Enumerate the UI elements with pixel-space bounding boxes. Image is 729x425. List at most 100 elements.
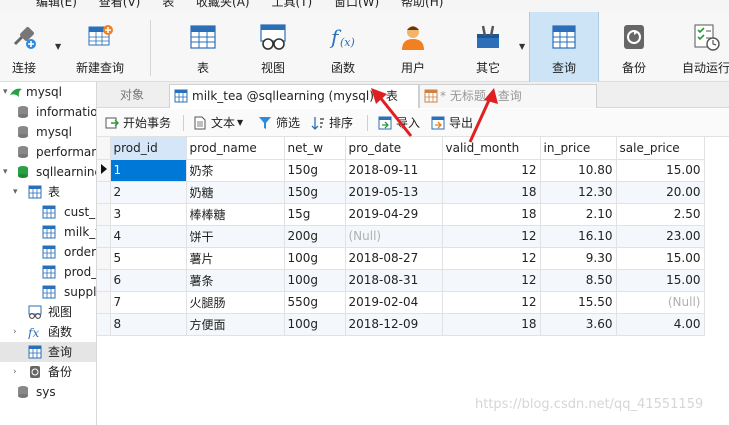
cell-valid-month[interactable]: 18 <box>442 181 541 204</box>
table-row[interactable]: 1 奶茶 150g 2018-09-11 12 10.80 15.00 <box>97 159 705 182</box>
tree-connection-mysql[interactable]: ▾ mysql <box>0 82 96 102</box>
cell-prod-name[interactable]: 饼干 <box>186 225 285 248</box>
query-button[interactable]: 查询 <box>529 12 599 82</box>
cell-in-price[interactable]: 9.30 <box>540 247 617 270</box>
cell-in-price[interactable]: 10.80 <box>540 159 617 182</box>
cell-prod-name[interactable]: 棒棒糖 <box>186 203 285 226</box>
row-header[interactable] <box>97 225 111 248</box>
connect-dropdown-icon[interactable]: ▼ <box>55 42 61 51</box>
cell-pro-date[interactable]: 2019-02-04 <box>345 291 443 314</box>
cell-net-w[interactable]: 150g <box>284 159 346 182</box>
menu-tools[interactable]: 工具(T) <box>271 0 312 9</box>
auto-run-button[interactable]: 自动运行 <box>676 12 729 82</box>
text-button[interactable]: 文本 ▼ <box>193 114 249 132</box>
row-header[interactable] <box>97 203 111 226</box>
cell-valid-month[interactable]: 12 <box>442 159 541 182</box>
cell-valid-month[interactable]: 12 <box>442 225 541 248</box>
tree-tables-group[interactable]: ▾ 表 <box>0 182 96 202</box>
cell-sale-price[interactable]: 4.00 <box>616 313 705 336</box>
cell-prod-id[interactable]: 2 <box>110 181 187 204</box>
begin-transaction-button[interactable]: 开始事务 <box>105 114 177 132</box>
tree-queries[interactable]: 查询 <box>0 342 96 362</box>
tree-views[interactable]: 视图 <box>0 302 96 322</box>
cell-net-w[interactable]: 100g <box>284 269 346 292</box>
tree-table-prod-info[interactable]: prod_info <box>0 262 96 282</box>
cell-in-price[interactable]: 12.30 <box>540 181 617 204</box>
cell-prod-id[interactable]: 6 <box>110 269 187 292</box>
cell-in-price[interactable]: 8.50 <box>540 269 617 292</box>
tree-db-performance-schema[interactable]: performance_schema <box>0 142 96 162</box>
table-row[interactable]: 3 棒棒糖 15g 2019-04-29 18 2.10 2.50 <box>97 203 705 226</box>
cell-in-price[interactable]: 16.10 <box>540 225 617 248</box>
tree-functions[interactable]: › fx 函数 <box>0 322 96 342</box>
expand-arrow-icon[interactable]: › <box>13 322 23 342</box>
table-row[interactable]: 7 火腿肠 550g 2019-02-04 12 15.50 (Null) <box>97 291 705 314</box>
cell-pro-date[interactable]: 2018-08-31 <box>345 269 443 292</box>
column-header-net-w[interactable]: net_w <box>284 137 346 160</box>
cell-valid-month[interactable]: 12 <box>442 269 541 292</box>
menu-window[interactable]: 窗口(W) <box>334 0 379 9</box>
collapse-arrow-icon[interactable]: ▾ <box>3 162 13 182</box>
cell-prod-id[interactable]: 4 <box>110 225 187 248</box>
row-header[interactable] <box>97 291 111 314</box>
cell-sale-price[interactable]: 2.50 <box>616 203 705 226</box>
cell-prod-name[interactable]: 薯片 <box>186 247 285 270</box>
menu-help[interactable]: 帮助(H) <box>401 0 443 9</box>
cell-pro-date[interactable]: 2018-12-09 <box>345 313 443 336</box>
expand-arrow-icon[interactable]: › <box>13 362 23 382</box>
cell-pro-date[interactable]: 2019-04-29 <box>345 203 443 226</box>
cell-in-price[interactable]: 3.60 <box>540 313 617 336</box>
connect-button[interactable]: 连接 <box>2 12 46 82</box>
menu-table[interactable]: 表 <box>162 0 174 9</box>
sort-button[interactable]: 排序 <box>311 114 357 132</box>
cell-prod-id[interactable]: 1 <box>110 159 187 182</box>
cell-net-w[interactable]: 15g <box>284 203 346 226</box>
table-button[interactable]: 表 <box>181 12 225 82</box>
row-header[interactable] <box>97 181 111 204</box>
table-row[interactable]: 4 饼干 200g (Null) 12 16.10 23.00 <box>97 225 705 248</box>
cell-prod-name[interactable]: 火腿肠 <box>186 291 285 314</box>
table-row[interactable]: 8 方便面 100g 2018-12-09 18 3.60 4.00 <box>97 313 705 336</box>
cell-prod-id[interactable]: 8 <box>110 313 187 336</box>
cell-net-w[interactable]: 100g <box>284 247 346 270</box>
cell-net-w[interactable]: 100g <box>284 313 346 336</box>
cell-prod-name[interactable]: 方便面 <box>186 313 285 336</box>
cell-prod-name[interactable]: 奶茶 <box>186 159 285 182</box>
tree-table-milk-tea[interactable]: milk_tea <box>0 222 96 242</box>
row-header[interactable] <box>97 313 111 336</box>
cell-pro-date[interactable]: 2018-08-27 <box>345 247 443 270</box>
other-dropdown-icon[interactable]: ▼ <box>519 42 525 51</box>
row-header[interactable] <box>97 247 111 270</box>
cell-in-price[interactable]: 2.10 <box>540 203 617 226</box>
tree-db-sys[interactable]: sys <box>0 382 96 402</box>
cell-net-w[interactable]: 550g <box>284 291 346 314</box>
row-header[interactable] <box>97 159 111 182</box>
column-header-sale-price[interactable]: sale_price <box>616 137 705 160</box>
text-dropdown-icon[interactable]: ▼ <box>237 114 243 132</box>
cell-sale-price[interactable]: 23.00 <box>616 225 705 248</box>
cell-sale-price[interactable]: 15.00 <box>616 269 705 292</box>
tree-table-supplier[interactable]: supplier <box>0 282 96 302</box>
tree-table-cust-info[interactable]: cust_info <box>0 202 96 222</box>
collapse-arrow-icon[interactable]: ▾ <box>13 182 23 202</box>
cell-sale-price[interactable]: 20.00 <box>616 181 705 204</box>
column-header-prod-id[interactable]: prod_id <box>110 137 187 160</box>
cell-valid-month[interactable]: 18 <box>442 313 541 336</box>
row-header[interactable] <box>97 269 111 292</box>
tab-objects[interactable]: 对象 <box>97 84 167 108</box>
cell-pro-date[interactable]: 2019-05-13 <box>345 181 443 204</box>
cell-valid-month[interactable]: 18 <box>442 203 541 226</box>
tree-db-sqllearning[interactable]: ▾ sqllearning <box>0 162 96 182</box>
cell-net-w[interactable]: 150g <box>284 181 346 204</box>
backup-button[interactable]: 备份 <box>612 12 656 82</box>
menu-edit[interactable]: 编辑(E) <box>36 0 77 9</box>
menu-view[interactable]: 查看(V) <box>99 0 141 9</box>
tree-table-order[interactable]: order <box>0 242 96 262</box>
column-header-in-price[interactable]: in_price <box>540 137 617 160</box>
cell-prod-id[interactable]: 7 <box>110 291 187 314</box>
tree-db-information-schema[interactable]: information_schema <box>0 102 96 122</box>
cell-pro-date[interactable]: 2018-09-11 <box>345 159 443 182</box>
cell-sale-price[interactable]: 15.00 <box>616 159 705 182</box>
menu-favorites[interactable]: 收藏夹(A) <box>196 0 250 9</box>
function-button[interactable]: f (x) 函数 <box>321 12 365 82</box>
